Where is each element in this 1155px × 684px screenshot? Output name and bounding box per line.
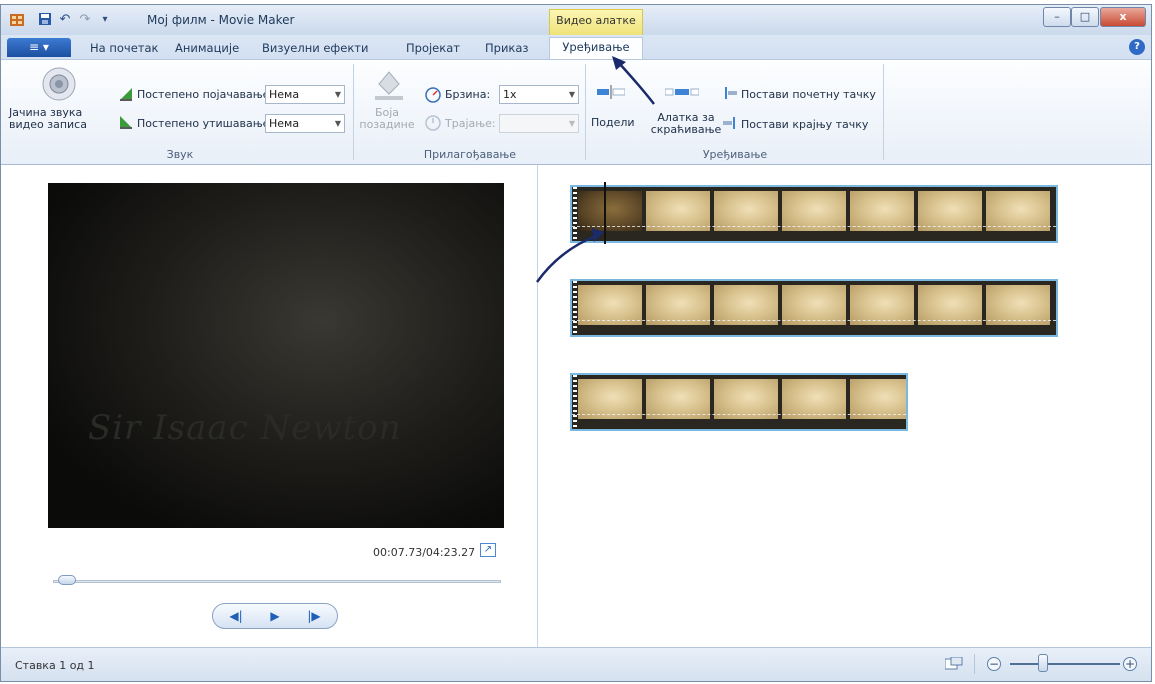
annotation-arrow-to-edit-tab [617,61,655,105]
annotation-arrows [535,56,655,283]
arrow-head-icon [592,228,604,242]
annotation-arrow-to-playhead [535,234,597,283]
